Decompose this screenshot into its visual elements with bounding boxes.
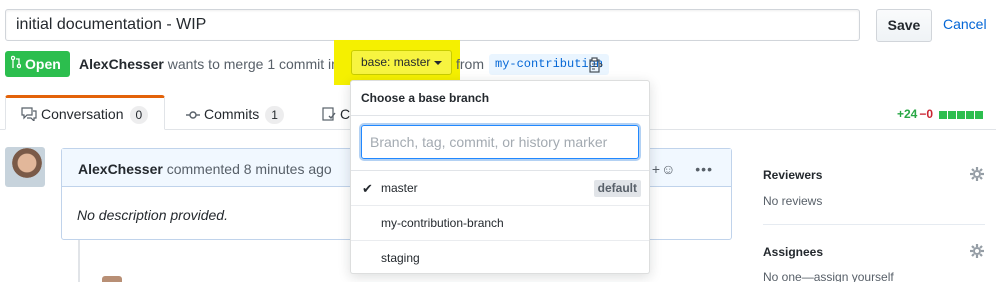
add-reaction-icon[interactable]: +☺ — [652, 161, 676, 177]
tab-conversation-label: Conversation — [41, 106, 124, 122]
lines-removed: −0 — [919, 107, 934, 121]
tab-commits[interactable]: Commits 1 — [186, 106, 284, 124]
pr-state-label: Open — [25, 56, 61, 72]
checklist-icon — [322, 107, 336, 121]
gear-icon[interactable] — [969, 243, 985, 259]
default-badge: default — [593, 180, 641, 197]
caret-down-icon — [434, 60, 443, 65]
tab-commits-label: Commits — [204, 106, 260, 122]
tab-commits-count: 1 — [265, 106, 284, 124]
assignees-value[interactable]: No one—assign yourself — [763, 270, 894, 282]
tab-conversation-count: 0 — [129, 106, 149, 124]
base-branch-label: base: master — [361, 55, 431, 69]
pr-state-badge: Open — [5, 51, 70, 77]
branch-item-master[interactable]: ✔ master default — [351, 171, 649, 206]
branch-item-label: staging — [381, 251, 420, 265]
branch-item-label: master — [381, 181, 418, 195]
lines-added: +24 — [897, 107, 918, 121]
timeline-line — [78, 240, 80, 282]
comment-discussion-icon — [21, 107, 37, 123]
reviewers-heading[interactable]: Reviewers — [763, 168, 822, 182]
base-branch-selector[interactable]: base: master — [351, 50, 452, 75]
merge-text: wants to merge 1 commit into — [167, 56, 351, 72]
avatar[interactable] — [5, 147, 45, 187]
comment-author[interactable]: AlexChesser — [78, 161, 163, 177]
check-icon: ✔ — [362, 181, 373, 196]
git-commit-icon — [186, 111, 200, 119]
comment-timestamp[interactable]: commented 8 minutes ago — [167, 161, 332, 177]
more-options-icon[interactable]: ••• — [695, 161, 713, 177]
base-branch-dropdown: Choose a base branch Branch, tag, commit… — [350, 80, 650, 274]
tab-conversation[interactable]: Conversation 0 — [21, 106, 149, 124]
pr-merge-summary: AlexChesser wants to merge 1 commit into — [79, 56, 351, 72]
diffstat-bar — [938, 108, 984, 122]
save-button[interactable]: Save — [876, 9, 932, 42]
assignees-heading[interactable]: Assignees — [763, 245, 823, 259]
branch-item-label: my-contribution-branch — [381, 216, 504, 230]
timeline-avatar — [102, 276, 122, 282]
pull-request-icon — [10, 51, 22, 77]
pr-author[interactable]: AlexChesser — [79, 56, 164, 72]
dropdown-filter: Branch, tag, commit, or history marker — [351, 116, 649, 171]
reviewers-value: No reviews — [763, 194, 823, 208]
branch-filter-input[interactable]: Branch, tag, commit, or history marker — [361, 125, 639, 159]
cancel-link[interactable]: Cancel — [943, 16, 987, 32]
sidebar-divider — [763, 224, 985, 225]
diffstat: +24 −0 — [897, 107, 984, 122]
branch-item-staging[interactable]: staging — [351, 241, 649, 276]
clipboard-icon[interactable] — [589, 57, 603, 73]
dropdown-title: Choose a base branch — [351, 81, 649, 116]
branch-item-my-contribution-branch[interactable]: my-contribution-branch — [351, 206, 649, 241]
gear-icon[interactable] — [969, 166, 985, 182]
from-text: from — [456, 56, 484, 72]
comment-actions: +☺ ••• — [652, 161, 713, 177]
pr-title-input[interactable]: initial documentation - WIP — [5, 9, 860, 41]
